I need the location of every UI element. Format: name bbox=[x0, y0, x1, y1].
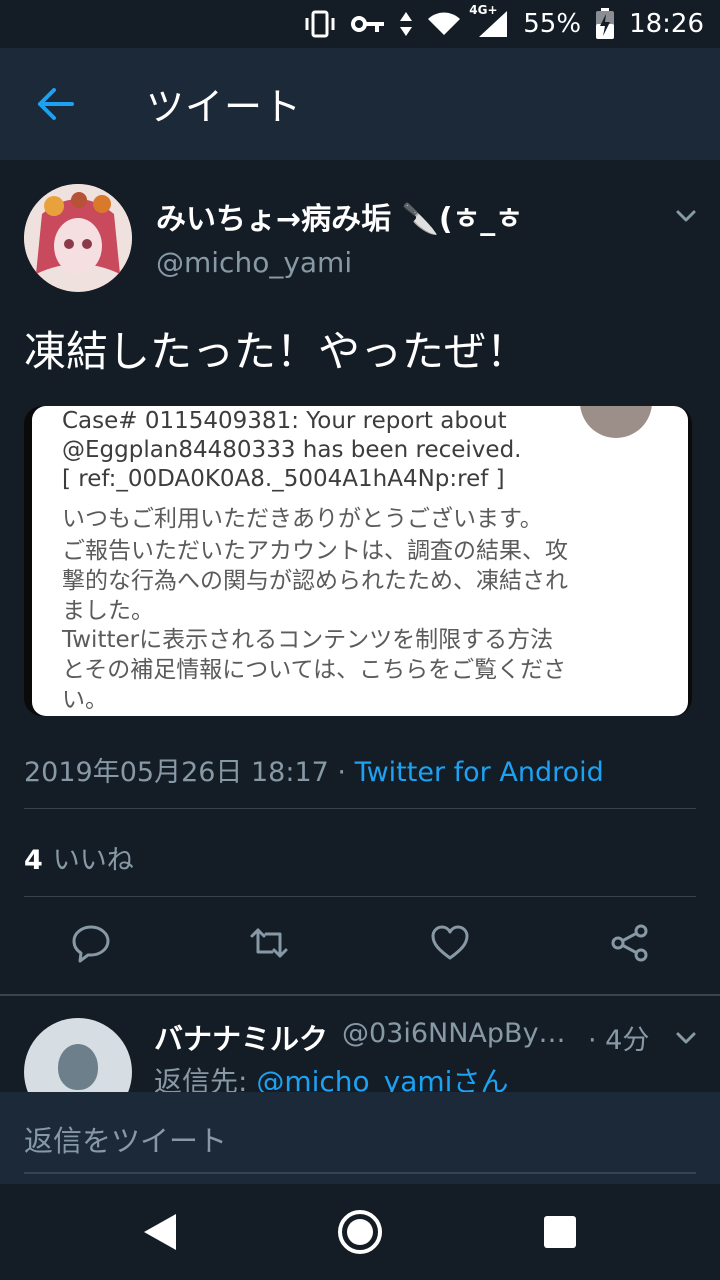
display-name[interactable]: みいちょ→病み垢 🔪(ㅎ_ㅎ bbox=[156, 194, 523, 238]
nav-back-icon[interactable] bbox=[136, 1208, 184, 1256]
reply-to-mention[interactable]: @micho_yamiさん bbox=[256, 1065, 508, 1092]
reply-display-name[interactable]: バナナミルク bbox=[154, 1016, 328, 1058]
media-line: 撃的な行為への関与が認められたため、凍結され bbox=[62, 568, 568, 594]
retweet-icon[interactable] bbox=[248, 922, 290, 964]
chevron-down-icon[interactable] bbox=[672, 202, 700, 230]
battery-percent: 55% bbox=[523, 9, 582, 39]
reply-icon[interactable] bbox=[70, 922, 112, 964]
avatar[interactable] bbox=[24, 184, 132, 292]
media-line: [ ref:_00DA0K0A8._5004A1hA4Np:ref ] bbox=[62, 466, 505, 492]
reply-tweet[interactable]: バナナミルク @03i6NNApBy1... · 4分 返信先: @micho_… bbox=[0, 996, 720, 1092]
user-handle[interactable]: @micho_yami bbox=[156, 246, 352, 279]
like-label: いいね bbox=[52, 845, 134, 876]
media-line: いつもご利用いただきありがとうございます。 bbox=[62, 506, 543, 532]
reply-to-label: 返信先: bbox=[154, 1065, 257, 1092]
media-line: @Eggplan84480333 has been received. bbox=[62, 437, 522, 463]
divider bbox=[24, 896, 696, 897]
nav-recents-icon[interactable] bbox=[536, 1208, 584, 1256]
system-nav-bar bbox=[0, 1184, 720, 1280]
vibrate-icon bbox=[305, 10, 335, 38]
battery-charging-icon bbox=[596, 8, 615, 39]
tweet-actions bbox=[0, 922, 720, 972]
reply-avatar[interactable] bbox=[24, 1018, 132, 1092]
avatar-bubble bbox=[580, 406, 652, 438]
tweet-meta: 2019年05月26日 18:17 · Twitter for Android bbox=[24, 750, 604, 789]
share-icon[interactable] bbox=[609, 922, 651, 964]
page-title: ツイート bbox=[146, 85, 303, 129]
screenshot-sheet: Case# 0115409381: Your report about @Egg… bbox=[32, 406, 688, 716]
likes-summary[interactable]: 4 いいね bbox=[24, 838, 134, 877]
media-line: とその補足情報については、こちらをご覧くださ bbox=[62, 657, 567, 683]
media-line: い。 bbox=[62, 687, 108, 713]
like-count: 4 bbox=[24, 845, 43, 876]
divider bbox=[24, 808, 696, 809]
input-underline bbox=[24, 1172, 696, 1174]
tweet-media-image[interactable]: Case# 0115409381: Your report about @Egg… bbox=[24, 406, 692, 716]
reply-to: 返信先: @micho_yamiさん bbox=[154, 1060, 508, 1092]
cell-signal-icon: 4G+ bbox=[469, 3, 509, 39]
heart-icon[interactable] bbox=[429, 922, 471, 964]
clock: 18:26 bbox=[629, 9, 704, 39]
key-icon bbox=[351, 16, 385, 32]
reply-time: · 4分 bbox=[588, 1025, 650, 1056]
media-line: ご報告いただいたアカウントは、調査の結果、攻 bbox=[62, 538, 568, 564]
reply-input[interactable]: 返信をツイート bbox=[24, 1118, 227, 1160]
reply-handle[interactable]: @03i6NNApBy1... bbox=[342, 1018, 578, 1049]
back-arrow-icon[interactable] bbox=[30, 78, 82, 130]
tweet-timestamp: 2019年05月26日 18:17 · bbox=[24, 757, 355, 788]
media-line: Case# 0115409381: Your report about bbox=[62, 408, 507, 434]
app-bar: ツイート bbox=[0, 48, 720, 160]
data-transfer-icon bbox=[400, 12, 413, 36]
tweet-text: 凍結したった！やったぜ！ bbox=[24, 327, 529, 376]
nav-home-icon[interactable] bbox=[336, 1208, 384, 1256]
media-line: Twitterに表示されるコンテンツを制限する方法 bbox=[62, 627, 554, 653]
reply-compose-bar[interactable]: 返信をツイート bbox=[0, 1092, 720, 1184]
chevron-down-icon[interactable] bbox=[672, 1024, 700, 1052]
status-bar: 4G+ 55% 18:26 bbox=[0, 0, 720, 48]
default-avatar-icon bbox=[58, 1044, 98, 1090]
wifi-icon bbox=[428, 12, 461, 35]
tweet-source-link[interactable]: Twitter for Android bbox=[355, 757, 604, 788]
